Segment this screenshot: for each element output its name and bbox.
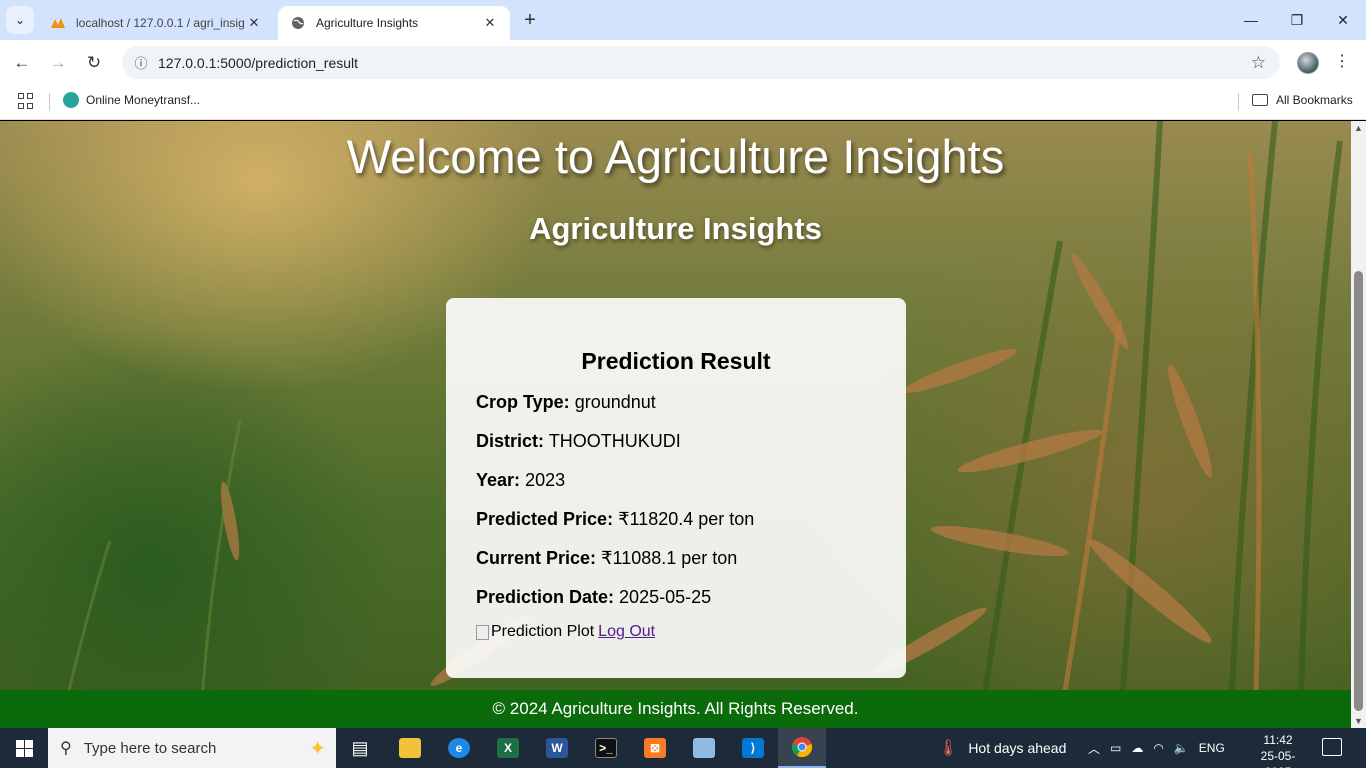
windows-logo-icon xyxy=(15,739,33,757)
bookmark-favicon-icon xyxy=(63,92,79,108)
result-row-prediction-date: Prediction Date: 2025-05-25 xyxy=(476,585,876,609)
minimize-icon[interactable]: — xyxy=(1228,0,1274,40)
result-row-current-price: Current Price: ₹11088.1 per ton xyxy=(476,546,876,570)
close-tab-icon[interactable]: ✕ xyxy=(246,15,262,31)
word-icon[interactable]: W xyxy=(533,728,581,768)
chrome-icon[interactable] xyxy=(778,728,826,768)
weather-widget[interactable]: 🌡 Hot days ahead xyxy=(938,728,1066,768)
profile-avatar[interactable] xyxy=(1297,52,1319,74)
bookmarks-bar: Online Moneytransf... All Bookmarks xyxy=(0,86,1366,120)
result-row-crop-type: Crop Type: groundnut xyxy=(476,390,876,414)
result-row-district: District: THOOTHUKUDI xyxy=(476,429,876,453)
tab-search-button[interactable]: ⌄ xyxy=(6,6,34,34)
row-value: 2023 xyxy=(525,470,566,490)
result-row-year: Year: 2023 xyxy=(476,468,876,492)
globe-icon xyxy=(290,15,306,31)
tab-title: Agriculture Insights xyxy=(316,16,419,30)
card-footer: Prediction Plot Log Out xyxy=(476,623,876,641)
tab-phpmyadmin[interactable]: localhost / 127.0.0.1 / agri_insig ✕ xyxy=(38,6,274,40)
tab-strip: ⌄ localhost / 127.0.0.1 / agri_insig ✕ A… xyxy=(0,0,1366,40)
row-value: THOOTHUKUDI xyxy=(548,431,681,451)
result-row-predicted-price: Predicted Price: ₹11820.4 per ton xyxy=(476,507,876,531)
tab-title: localhost / 127.0.0.1 / agri_insig xyxy=(76,16,245,30)
page-footer: © 2024 Agriculture Insights. All Rights … xyxy=(0,690,1351,728)
weather-text: Hot days ahead xyxy=(968,740,1067,756)
page-scrollbar[interactable]: ▲ ▼ xyxy=(1351,121,1366,728)
address-bar[interactable]: ⓘ 127.0.0.1:5000/prediction_result ☆ xyxy=(122,46,1280,79)
scroll-down-icon[interactable]: ▼ xyxy=(1354,716,1363,726)
scrollbar-thumb[interactable] xyxy=(1354,271,1363,711)
bookmark-star-icon[interactable]: ☆ xyxy=(1251,53,1266,73)
tab-agriculture-insights[interactable]: Agriculture Insights ✕ xyxy=(278,6,510,40)
close-tab-icon[interactable]: ✕ xyxy=(482,15,498,31)
clock-date: 25-05-2025 xyxy=(1260,749,1296,768)
page-heading: Welcome to Agriculture Insights xyxy=(346,130,1005,183)
row-label: Crop Type: xyxy=(476,392,570,412)
prediction-result-card: Prediction Result Crop Type: groundnut D… xyxy=(446,298,906,678)
row-value: 2025-05-25 xyxy=(619,587,712,607)
reload-icon[interactable]: ↻ xyxy=(80,49,108,77)
restore-icon[interactable]: ❐ xyxy=(1274,0,1320,40)
row-value: ₹11820.4 per ton xyxy=(618,509,755,529)
broken-image-icon xyxy=(476,624,489,640)
search-placeholder: Type here to search xyxy=(83,739,217,757)
bookmark-item[interactable]: Online Moneytransf... xyxy=(63,92,200,108)
file-explorer-icon[interactable] xyxy=(386,728,434,768)
sparkle-icon: ✦ xyxy=(309,738,326,760)
logout-link[interactable]: Log Out xyxy=(598,623,655,641)
chevron-up-icon[interactable]: ︿ xyxy=(1088,740,1100,757)
notification-icon[interactable] xyxy=(1322,738,1342,756)
row-value: groundnut xyxy=(574,392,656,412)
vscode-icon[interactable]: ⟩ xyxy=(729,728,777,768)
terminal-icon[interactable]: >_ xyxy=(582,728,630,768)
row-label: Prediction Date: xyxy=(476,587,615,607)
url-text[interactable]: 127.0.0.1:5000/prediction_result xyxy=(158,55,358,71)
excel-icon[interactable]: X xyxy=(484,728,532,768)
start-button[interactable] xyxy=(0,728,48,768)
thermometer-icon: 🌡 xyxy=(938,740,959,757)
system-tray: ︿ ▭ ☁ ◠ 🔈 ENG xyxy=(1088,728,1225,768)
clock[interactable]: 11:42 25-05-2025 xyxy=(1250,732,1306,768)
xampp-icon[interactable]: ⊠ xyxy=(631,728,679,768)
all-bookmarks-button[interactable]: All Bookmarks xyxy=(1252,93,1353,107)
row-label: District: xyxy=(476,431,545,451)
plot-alt-text: Prediction Plot xyxy=(491,623,595,640)
windows-taskbar: ⚲ Type here to search ✦ ▤ e X W >_ ⊠ ⟩ 🌡… xyxy=(0,728,1366,768)
browser-toolbar: ← → ↻ ⓘ 127.0.0.1:5000/prediction_result… xyxy=(0,40,1366,86)
clock-time: 11:42 xyxy=(1263,733,1293,747)
site-info-icon[interactable]: ⓘ xyxy=(126,53,156,72)
edge-icon[interactable]: e xyxy=(435,728,483,768)
row-label: Year: xyxy=(476,470,521,490)
page-subheading: Agriculture Insights xyxy=(529,211,822,246)
network-status-icon[interactable]: ☁ xyxy=(1131,741,1143,755)
row-label: Predicted Price: xyxy=(476,509,614,529)
all-bookmarks-label: All Bookmarks xyxy=(1276,93,1353,107)
page-viewport: Welcome to Agriculture Insights Agricult… xyxy=(0,121,1351,728)
language-indicator[interactable]: ENG xyxy=(1199,741,1225,755)
bookmark-label: Online Moneytransf... xyxy=(86,93,201,107)
menu-icon[interactable]: ⋮ xyxy=(1334,51,1350,71)
phpmyadmin-icon xyxy=(50,15,66,31)
battery-icon[interactable]: ▭ xyxy=(1110,741,1121,755)
task-view-icon[interactable]: ▤ xyxy=(336,728,384,768)
row-value: ₹11088.1 per ton xyxy=(601,548,738,568)
forward-icon[interactable]: → xyxy=(44,49,72,77)
divider xyxy=(1238,93,1239,111)
taskbar-search-box[interactable]: ⚲ Type here to search ✦ xyxy=(48,728,336,768)
wifi-icon[interactable]: ◠ xyxy=(1153,741,1163,755)
notepad-icon[interactable] xyxy=(680,728,728,768)
back-icon[interactable]: ← xyxy=(8,49,36,77)
prediction-plot-image: Prediction Plot xyxy=(476,623,594,641)
row-label: Current Price: xyxy=(476,548,597,568)
search-icon: ⚲ xyxy=(60,740,72,757)
apps-grid-icon[interactable] xyxy=(18,93,34,109)
card-title: Prediction Result xyxy=(581,348,771,374)
scroll-up-icon[interactable]: ▲ xyxy=(1354,123,1363,133)
divider xyxy=(49,93,50,111)
volume-icon[interactable]: 🔈 xyxy=(1174,741,1189,755)
window-controls: — ❐ ✕ xyxy=(1228,0,1366,40)
close-window-icon[interactable]: ✕ xyxy=(1320,0,1366,40)
folder-icon xyxy=(1252,94,1268,106)
new-tab-button[interactable]: + xyxy=(518,8,542,32)
